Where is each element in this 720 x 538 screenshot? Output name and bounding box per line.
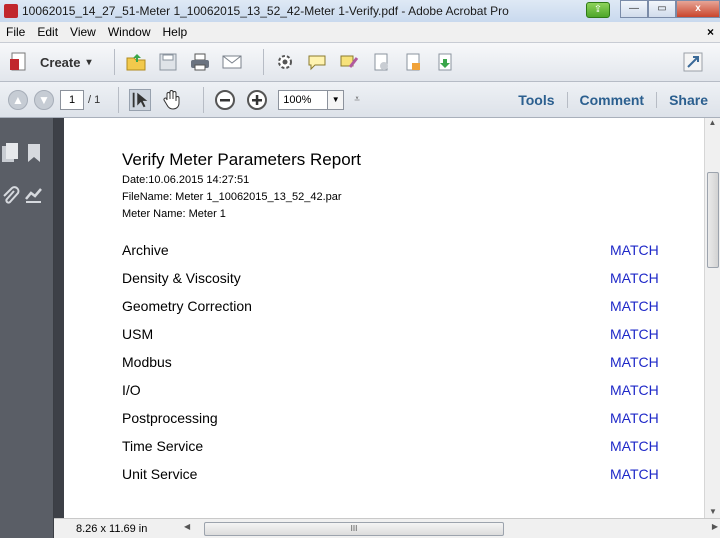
menu-file[interactable]: File <box>0 25 31 39</box>
toolbar-divider <box>262 49 264 75</box>
result-row: Modbus MATCH <box>122 354 682 376</box>
select-tool-icon[interactable] <box>129 88 152 111</box>
attachments-icon[interactable] <box>0 185 20 207</box>
tools-tab[interactable]: Tools <box>506 92 566 108</box>
status-bar: 8.26 x 11.69 in ◀ III ▶ <box>54 518 720 538</box>
parameter-name: I/O <box>122 382 141 398</box>
next-page-button[interactable]: ▼ <box>34 89 54 110</box>
print-icon[interactable] <box>189 51 211 73</box>
page-thumbnails-icon[interactable] <box>0 142 20 164</box>
navigation-pane <box>0 118 54 538</box>
report-filename: FileName: Meter 1_10062015_13_52_42.par <box>122 191 342 203</box>
menu-bar: File Edit View Window Help × <box>0 22 720 42</box>
result-row: Geometry Correction MATCH <box>122 298 682 320</box>
create-button[interactable]: Create ▾ <box>8 51 92 73</box>
save-icon[interactable] <box>157 51 179 73</box>
bookmarks-icon[interactable] <box>24 142 44 164</box>
close-button[interactable]: x <box>676 0 720 18</box>
page-shadow <box>54 118 64 518</box>
page-size-label: 8.26 x 11.69 in <box>76 522 148 535</box>
menu-view[interactable]: View <box>64 25 102 39</box>
result-row: Unit Service MATCH <box>122 466 682 488</box>
chevron-down-icon: ▾ <box>86 56 92 68</box>
match-status: MATCH <box>610 354 659 370</box>
menu-window[interactable]: Window <box>102 25 157 39</box>
parameter-name: Archive <box>122 242 169 258</box>
result-row: Time Service MATCH <box>122 438 682 460</box>
navigation-toolbar: ▲ ▼ 1 / 1 100% ▼ ⩡ Tools Comment Share <box>0 82 720 118</box>
pdf-export-icon[interactable] <box>402 51 424 73</box>
result-row: Postprocessing MATCH <box>122 410 682 432</box>
parameter-name: Modbus <box>122 354 172 370</box>
scroll-up-icon[interactable]: ▲ <box>705 118 720 127</box>
page-total: / 1 <box>88 93 101 106</box>
scroll-left-icon[interactable]: ◀ <box>184 522 190 531</box>
match-status: MATCH <box>610 382 659 398</box>
hand-tool-icon[interactable] <box>161 89 183 111</box>
maximize-button[interactable]: ▭ <box>648 0 676 18</box>
toolbar-divider <box>118 86 120 113</box>
report-meter-name: Meter Name: Meter 1 <box>122 208 226 220</box>
open-folder-icon[interactable] <box>125 51 147 73</box>
parameter-name: Postprocessing <box>122 410 218 426</box>
report-title: Verify Meter Parameters Report <box>122 150 362 169</box>
horizontal-scroll-thumb[interactable]: III <box>204 522 504 536</box>
match-status: MATCH <box>610 326 659 342</box>
zoom-in-icon[interactable] <box>246 89 268 111</box>
vertical-scrollbar[interactable]: ▲ ▼ <box>704 118 720 518</box>
toolbar-overflow-icon[interactable]: ⩡ <box>354 94 360 105</box>
horizontal-scrollbar[interactable]: ◀ III ▶ <box>184 522 718 536</box>
minimize-button[interactable]: — <box>620 0 648 18</box>
window-title: 10062015_14_27_51-Meter 1_10062015_13_52… <box>22 4 509 18</box>
parameter-name: Unit Service <box>122 466 198 482</box>
result-row: Archive MATCH <box>122 242 682 264</box>
zoom-out-icon[interactable] <box>214 89 236 111</box>
zoom-dropdown-button[interactable]: ▼ <box>328 89 345 110</box>
parameter-name: Time Service <box>122 438 204 454</box>
result-row: USM MATCH <box>122 326 682 348</box>
comment-tab[interactable]: Comment <box>566 92 657 108</box>
pdf-share-icon[interactable] <box>434 51 456 73</box>
share-tab[interactable]: Share <box>656 92 720 108</box>
parameter-name: USM <box>122 326 154 342</box>
menu-help[interactable]: Help <box>157 25 194 39</box>
match-status: MATCH <box>610 270 659 286</box>
create-label: Create <box>40 54 81 70</box>
parameter-name: Geometry Correction <box>122 298 252 314</box>
vertical-scroll-thumb[interactable] <box>707 172 719 268</box>
pdf-page: Verify Meter Parameters Report Date:10.0… <box>64 118 704 518</box>
settings-icon[interactable] <box>274 51 296 73</box>
title-bar: 10062015_14_27_51-Meter 1_10062015_13_52… <box>0 0 720 22</box>
match-status: MATCH <box>610 466 659 482</box>
menu-edit[interactable]: Edit <box>31 25 64 39</box>
match-status: MATCH <box>610 438 659 454</box>
email-icon[interactable] <box>221 51 243 73</box>
comment-icon[interactable] <box>306 51 328 73</box>
match-status: MATCH <box>610 410 659 426</box>
match-status: MATCH <box>610 242 659 258</box>
result-row: Density & Viscosity MATCH <box>122 270 682 292</box>
report-date: Date:10.06.2015 14:27:51 <box>122 174 250 186</box>
document-close-button[interactable]: × <box>707 25 714 39</box>
highlight-icon[interactable] <box>338 51 360 73</box>
pdf-file-icon <box>4 4 18 18</box>
previous-page-button[interactable]: ▲ <box>8 89 28 110</box>
page-number-input[interactable]: 1 <box>60 89 84 110</box>
share-green-icon[interactable]: ⇪ <box>586 2 610 18</box>
pdf-combine-icon[interactable] <box>370 51 392 73</box>
zoom-level-input[interactable]: 100% <box>278 89 329 110</box>
main-toolbar: Create ▾ <box>0 42 720 82</box>
signatures-icon[interactable] <box>24 185 44 207</box>
toolbar-divider <box>203 86 205 113</box>
match-status: MATCH <box>610 298 659 314</box>
result-row: I/O MATCH <box>122 382 682 404</box>
toolbar-divider <box>113 49 115 75</box>
expand-icon[interactable] <box>682 51 704 73</box>
task-pane-tabs: Tools Comment Share <box>506 82 720 118</box>
parameter-name: Density & Viscosity <box>122 270 241 286</box>
scroll-down-icon[interactable]: ▼ <box>705 507 720 516</box>
create-pdf-icon <box>10 52 26 71</box>
scroll-right-icon[interactable]: ▶ <box>712 522 718 531</box>
